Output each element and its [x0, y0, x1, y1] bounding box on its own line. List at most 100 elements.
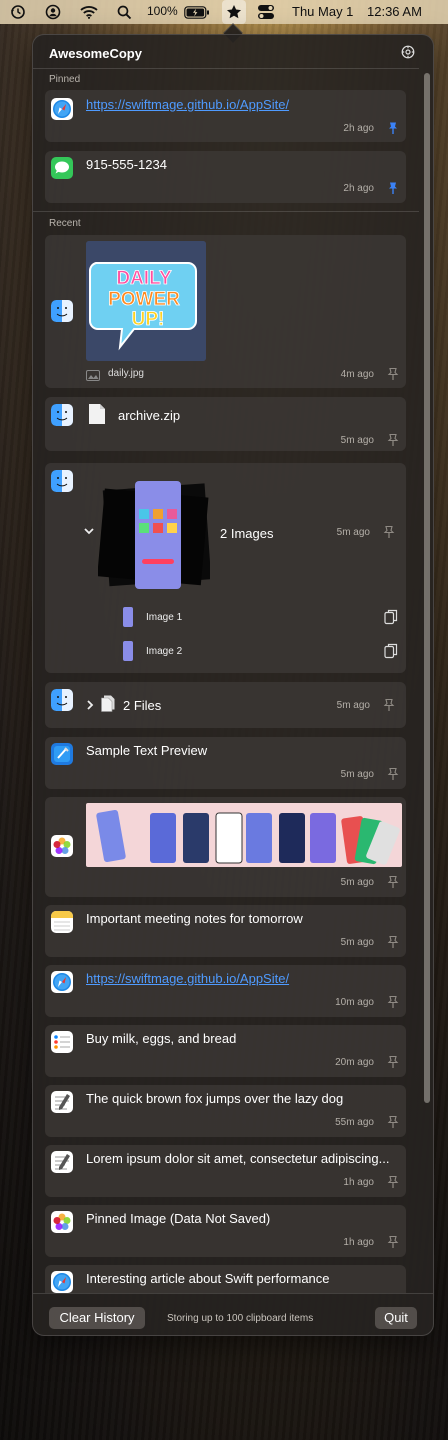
- child-image-label[interactable]: Image 2: [146, 646, 182, 657]
- recent-text-item[interactable]: The quick brown fox jumps over the lazy …: [45, 1085, 406, 1137]
- child-image-thumbnail: [123, 607, 133, 627]
- control-center-icon[interactable]: [257, 3, 275, 21]
- app-title: AwesomeCopy: [49, 46, 142, 61]
- section-divider: [33, 211, 419, 212]
- image-file-icon: [86, 368, 100, 381]
- menubar-date[interactable]: Thu May 1: [292, 4, 353, 19]
- item-time: 5m ago: [340, 937, 374, 948]
- recent-text-item[interactable]: Interesting article about Swift performa…: [45, 1265, 406, 1293]
- spotlight-search-icon[interactable]: [115, 3, 133, 21]
- image-filename: daily.jpg: [108, 368, 144, 379]
- svg-text:UP!: UP!: [132, 309, 165, 330]
- footer-divider: [33, 1293, 433, 1294]
- battery-percent: 100%: [147, 4, 178, 18]
- item-link-text[interactable]: https://swiftmage.github.io/AppSite/: [86, 971, 289, 986]
- wifi-icon[interactable]: [80, 3, 98, 21]
- notes-icon: [51, 911, 73, 933]
- menu-bar: 100% Thu May 1 12:36 AM: [0, 0, 448, 24]
- pin-icon[interactable]: [382, 525, 396, 539]
- recent-file-item[interactable]: archive.zip 5m ago: [45, 397, 406, 451]
- item-text: Pinned Image (Data Not Saved): [86, 1211, 271, 1226]
- quit-button[interactable]: Quit: [375, 1307, 417, 1329]
- item-time: 10m ago: [335, 997, 374, 1008]
- pinned-link-text[interactable]: https://swiftmage.github.io/AppSite/: [86, 97, 289, 112]
- recent-text-item[interactable]: Important meeting notes for tomorrow 5m …: [45, 905, 406, 957]
- recent-text-item[interactable]: Sample Text Preview 5m ago: [45, 737, 406, 789]
- recent-image-item[interactable]: DAILY POWER UP! daily.jpg 4m ago: [45, 235, 406, 388]
- recent-text-item[interactable]: Pinned Image (Data Not Saved) 1h ago: [45, 1205, 406, 1257]
- user-account-icon[interactable]: [44, 3, 62, 21]
- clipboard-popover: AwesomeCopy Pinned https://swiftmage.git…: [32, 34, 434, 1336]
- image-thumbnail[interactable]: DAILY POWER UP!: [86, 241, 206, 361]
- item-text: Buy milk, eggs, and bread: [86, 1031, 237, 1046]
- scrollbar-thumb[interactable]: [424, 73, 430, 1103]
- awesomecopy-star-icon[interactable]: [225, 3, 243, 21]
- battery-icon[interactable]: [184, 3, 210, 21]
- item-time: 5m ago: [340, 877, 374, 888]
- textedit-icon: [51, 1091, 73, 1113]
- item-time: 5m ago: [340, 769, 374, 780]
- item-time: 20m ago: [335, 1057, 374, 1068]
- chevron-right-icon[interactable]: [84, 698, 96, 710]
- copy-icon[interactable]: [384, 643, 398, 659]
- menubar-clock[interactable]: 12:36 AM: [367, 4, 422, 19]
- recent-images-group[interactable]: 2 Images 5m ago Image 1 Image 2: [45, 463, 406, 673]
- item-text: The quick brown fox jumps over the lazy …: [86, 1091, 344, 1106]
- item-text: Lorem ipsum dolor sit amet, consectetur …: [86, 1151, 390, 1166]
- pin-icon[interactable]: [386, 767, 400, 781]
- multiple-documents-icon: [101, 695, 115, 712]
- pin-icon[interactable]: [386, 1055, 400, 1069]
- reminders-icon: [51, 1031, 73, 1053]
- item-text: Important meeting notes for tomorrow: [86, 911, 303, 926]
- safari-icon: [51, 98, 73, 120]
- child-image-label[interactable]: Image 1: [146, 612, 182, 623]
- pin-icon[interactable]: [386, 1175, 400, 1189]
- recent-files-group[interactable]: 2 Files 5m ago: [45, 682, 406, 728]
- clear-history-button[interactable]: Clear History: [49, 1307, 145, 1329]
- xcode-icon: [51, 743, 73, 765]
- document-icon: [88, 403, 106, 425]
- item-text: Interesting article about Swift performa…: [86, 1271, 330, 1286]
- file-name: archive.zip: [118, 408, 181, 423]
- pinned-item[interactable]: 915-555-1234 2h ago: [45, 151, 406, 203]
- stacked-images-thumbnail[interactable]: [97, 479, 212, 591]
- recent-link-item[interactable]: https://swiftmage.github.io/AppSite/ 10m…: [45, 965, 406, 1017]
- finder-icon: [51, 689, 73, 711]
- pin-icon[interactable]: [386, 367, 400, 381]
- recent-section-label: Recent: [49, 218, 81, 229]
- pin-icon[interactable]: [386, 995, 400, 1009]
- pin-icon[interactable]: [386, 875, 400, 889]
- child-image-thumbnail: [123, 641, 133, 661]
- item-time: 2h ago: [343, 183, 374, 194]
- pinned-item[interactable]: https://swiftmage.github.io/AppSite/ 2h …: [45, 90, 406, 142]
- chevron-down-icon[interactable]: [82, 524, 96, 538]
- recent-text-item[interactable]: Lorem ipsum dolor sit amet, consectetur …: [45, 1145, 406, 1197]
- item-time: 1h ago: [343, 1237, 374, 1248]
- copy-icon[interactable]: [384, 609, 398, 625]
- item-time: 5m ago: [340, 435, 374, 446]
- pin-icon[interactable]: [386, 433, 400, 447]
- recent-image-item[interactable]: 5m ago: [45, 797, 406, 897]
- photos-icon: [51, 835, 73, 857]
- recent-text-item[interactable]: Buy milk, eggs, and bread 20m ago: [45, 1025, 406, 1077]
- textedit-icon: [51, 1151, 73, 1173]
- screenshot-strip-thumbnail[interactable]: [86, 803, 402, 867]
- time-machine-icon[interactable]: [9, 3, 27, 21]
- pin-icon[interactable]: [382, 698, 396, 712]
- pin-icon[interactable]: [386, 935, 400, 949]
- pin-icon-active[interactable]: [386, 121, 400, 135]
- settings-gear-icon[interactable]: [401, 45, 417, 61]
- pin-icon[interactable]: [386, 1235, 400, 1249]
- pin-icon-active[interactable]: [386, 181, 400, 195]
- photos-icon: [51, 1211, 73, 1233]
- pin-icon[interactable]: [386, 1115, 400, 1129]
- pinned-phone-text: 915-555-1234: [86, 157, 167, 172]
- item-text: Sample Text Preview: [86, 743, 208, 758]
- pinned-section-label: Pinned: [49, 74, 81, 85]
- storage-status-text: Storing up to 100 clipboard items: [167, 1313, 314, 1324]
- header-divider: [33, 68, 419, 69]
- messages-icon: [51, 157, 73, 179]
- item-time: 1h ago: [343, 1177, 374, 1188]
- finder-icon: [51, 404, 73, 426]
- item-time: 4m ago: [340, 369, 374, 380]
